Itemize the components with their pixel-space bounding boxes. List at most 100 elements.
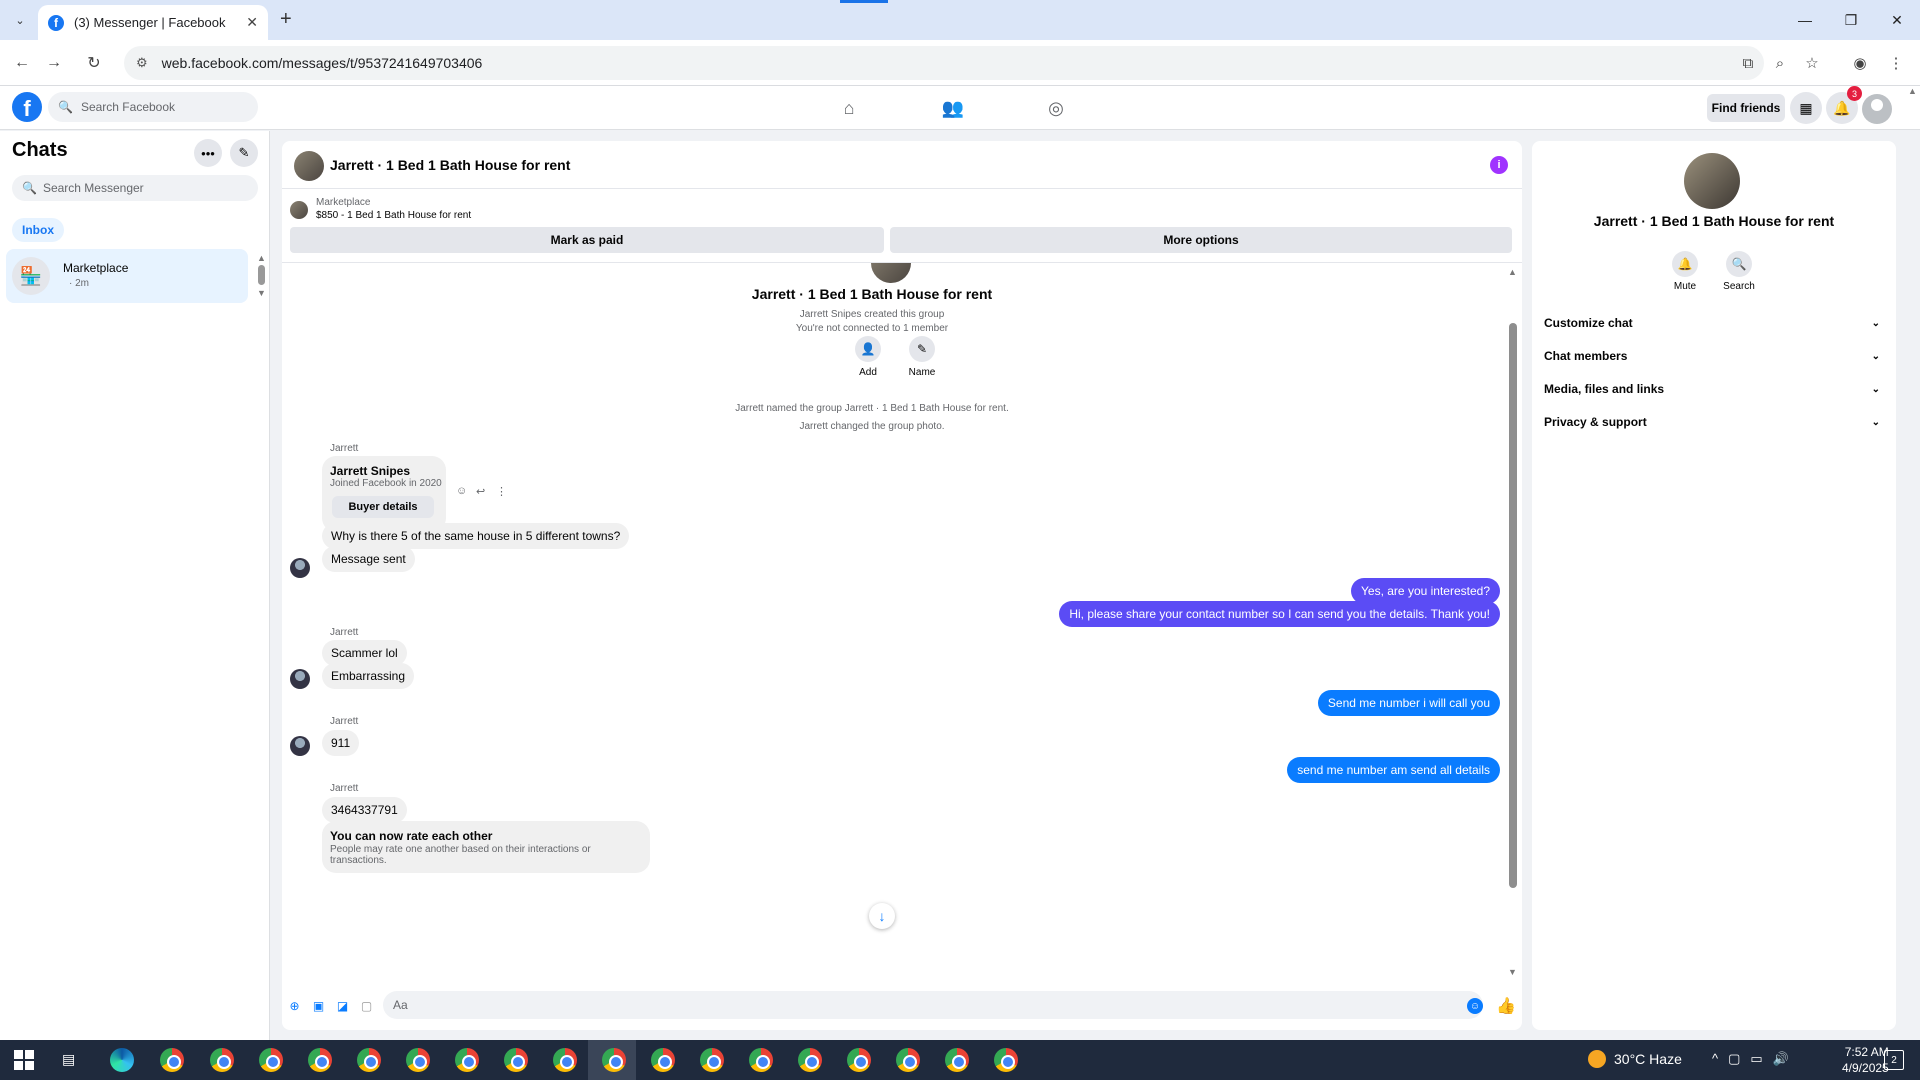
- chrome-icon[interactable]: [700, 1048, 724, 1072]
- message-input[interactable]: Aa: [383, 991, 1483, 1019]
- tab-search-dropdown[interactable]: ⌄: [8, 8, 32, 32]
- conversation-avatar[interactable]: [294, 151, 324, 181]
- close-window-icon[interactable]: ✕: [1874, 0, 1920, 40]
- chrome-icon[interactable]: [847, 1048, 871, 1072]
- plus-icon[interactable]: ⊕: [286, 997, 303, 1014]
- chrome-icon[interactable]: [210, 1048, 234, 1072]
- page-scroll-up-icon[interactable]: ▲: [1908, 86, 1917, 96]
- camera-icon[interactable]: ▢: [1728, 1051, 1740, 1067]
- task-view-icon[interactable]: ▤: [62, 1051, 75, 1068]
- section-chat-members[interactable]: Chat members ⌄: [1544, 344, 1880, 368]
- gif-icon[interactable]: ▢: [358, 997, 375, 1014]
- facebook-logo-icon[interactable]: f: [12, 92, 42, 122]
- message-in[interactable]: Embarrassing: [322, 663, 415, 689]
- notifications-icon[interactable]: 🔔 3: [1826, 86, 1862, 124]
- windows-start-icon[interactable]: [14, 1050, 34, 1070]
- emoji-icon[interactable]: ☺: [1467, 998, 1483, 1014]
- more-options-icon[interactable]: •••: [194, 139, 222, 167]
- network-icon[interactable]: ▭: [1750, 1051, 1762, 1067]
- group-avatar[interactable]: [1684, 153, 1740, 209]
- scroll-up-arrow-icon[interactable]: ▲: [257, 253, 266, 263]
- menu-grid-icon[interactable]: ▦: [1790, 92, 1822, 124]
- url-text[interactable]: web.facebook.com/messages/t/953724164970…: [162, 55, 483, 71]
- chrome-icon[interactable]: [994, 1048, 1018, 1072]
- message-in[interactable]: Message sent: [322, 546, 415, 572]
- message-out[interactable]: send me number am send all details: [1287, 757, 1500, 783]
- chevron-up-icon[interactable]: ^: [1712, 1051, 1718, 1067]
- conversation-scrollbar[interactable]: [1509, 323, 1517, 888]
- inbox-filter-tab[interactable]: Inbox: [12, 218, 64, 242]
- back-icon[interactable]: ←: [10, 51, 34, 75]
- mark-as-paid-button[interactable]: Mark as paid: [290, 227, 884, 253]
- scroll-up-arrow-icon[interactable]: ▲: [1508, 267, 1517, 277]
- profile-icon[interactable]: ◉: [1848, 51, 1872, 75]
- chrome-icon[interactable]: [259, 1048, 283, 1072]
- chrome-icon[interactable]: [553, 1048, 577, 1072]
- mute-bell-icon[interactable]: 🔔: [1672, 251, 1698, 277]
- sender-avatar[interactable]: [290, 558, 310, 578]
- reply-icon[interactable]: ↩: [476, 485, 485, 498]
- chrome-icon[interactable]: [406, 1048, 430, 1072]
- chrome-icon[interactable]: [896, 1048, 920, 1072]
- thumbs-up-icon[interactable]: 👍: [1496, 996, 1516, 1016]
- chrome-icon[interactable]: [504, 1048, 528, 1072]
- message-out[interactable]: Hi, please share your contact number so …: [1059, 601, 1500, 627]
- messenger-search-input[interactable]: 🔍 Search Messenger: [12, 175, 258, 201]
- buyer-details-button[interactable]: Buyer details: [332, 496, 434, 518]
- home-icon[interactable]: ⌂: [836, 95, 862, 121]
- react-emoji-icon[interactable]: ☺: [456, 485, 467, 497]
- weather-widget[interactable]: 30°C Haze: [1588, 1050, 1682, 1068]
- message-in[interactable]: 911: [322, 730, 360, 756]
- url-bar[interactable]: ⚙ web.facebook.com/messages/t/9537241649…: [124, 46, 1764, 80]
- info-icon[interactable]: i: [1490, 156, 1508, 174]
- clock[interactable]: 7:52 AM 4/9/2025: [1842, 1044, 1889, 1076]
- chrome-icon[interactable]: [308, 1048, 332, 1072]
- chat-list-item[interactable]: 🏪 Marketplace · 2m: [6, 249, 248, 303]
- conversation-title[interactable]: Jarrett · 1 Bed 1 Bath House for rent: [330, 157, 570, 173]
- message-out[interactable]: Send me number i will call you: [1317, 690, 1500, 716]
- facebook-search-input[interactable]: 🔍 Search Facebook: [48, 92, 258, 122]
- edit-name-icon[interactable]: ✎: [909, 336, 935, 362]
- section-privacy-support[interactable]: Privacy & support ⌄: [1544, 410, 1880, 434]
- chrome-icon[interactable]: [455, 1048, 479, 1072]
- notification-center-icon[interactable]: 2: [1884, 1050, 1904, 1070]
- section-media-files-links[interactable]: Media, files and links ⌄: [1544, 377, 1880, 401]
- section-customize-chat[interactable]: Customize chat ⌄: [1544, 311, 1880, 335]
- sticker-icon[interactable]: ◪: [334, 997, 351, 1014]
- chrome-icon[interactable]: [357, 1048, 381, 1072]
- chrome-icon[interactable]: [798, 1048, 822, 1072]
- browser-menu-icon[interactable]: ⋮: [1884, 51, 1908, 75]
- scroll-down-arrow-icon[interactable]: ▼: [257, 288, 266, 298]
- chrome-icon[interactable]: [945, 1048, 969, 1072]
- forward-icon[interactable]: →: [42, 51, 66, 75]
- volume-icon[interactable]: 🔊: [1773, 1051, 1789, 1067]
- browser-tab-messenger[interactable]: f (3) Messenger | Facebook ✕: [38, 5, 268, 40]
- sender-avatar[interactable]: [290, 736, 310, 756]
- site-settings-icon[interactable]: ⚙: [136, 55, 148, 71]
- new-message-icon[interactable]: ✎: [230, 139, 258, 167]
- message-in[interactable]: 3464337791: [322, 797, 407, 823]
- reload-icon[interactable]: ↻: [82, 51, 106, 75]
- scroll-to-bottom-icon[interactable]: ↓: [869, 903, 895, 929]
- friends-icon[interactable]: 👥: [940, 95, 966, 121]
- groups-icon[interactable]: ◎: [1043, 95, 1069, 121]
- chrome-icon[interactable]: [651, 1048, 675, 1072]
- more-options-button[interactable]: More options: [890, 227, 1512, 253]
- search-icon[interactable]: 🔍: [1726, 251, 1752, 277]
- edge-browser-icon[interactable]: [110, 1048, 134, 1072]
- minimize-icon[interactable]: —: [1782, 0, 1828, 40]
- account-avatar[interactable]: [1862, 94, 1892, 124]
- install-app-icon[interactable]: ⧉: [1736, 51, 1760, 75]
- message-more-icon[interactable]: ⋮: [496, 485, 507, 498]
- chrome-icon[interactable]: [160, 1048, 184, 1072]
- new-tab-icon[interactable]: +: [280, 8, 292, 31]
- bookmark-star-icon[interactable]: ☆: [1800, 51, 1824, 75]
- chrome-icon[interactable]: [602, 1048, 626, 1072]
- zoom-icon[interactable]: ⌕: [1768, 51, 1792, 75]
- add-person-icon[interactable]: 👤: [855, 336, 881, 362]
- photo-icon[interactable]: ▣: [310, 997, 327, 1014]
- restore-icon[interactable]: ❐: [1828, 0, 1874, 40]
- scroll-down-arrow-icon[interactable]: ▼: [1508, 967, 1517, 977]
- sender-avatar[interactable]: [290, 669, 310, 689]
- chat-list-scrollbar[interactable]: [258, 265, 265, 285]
